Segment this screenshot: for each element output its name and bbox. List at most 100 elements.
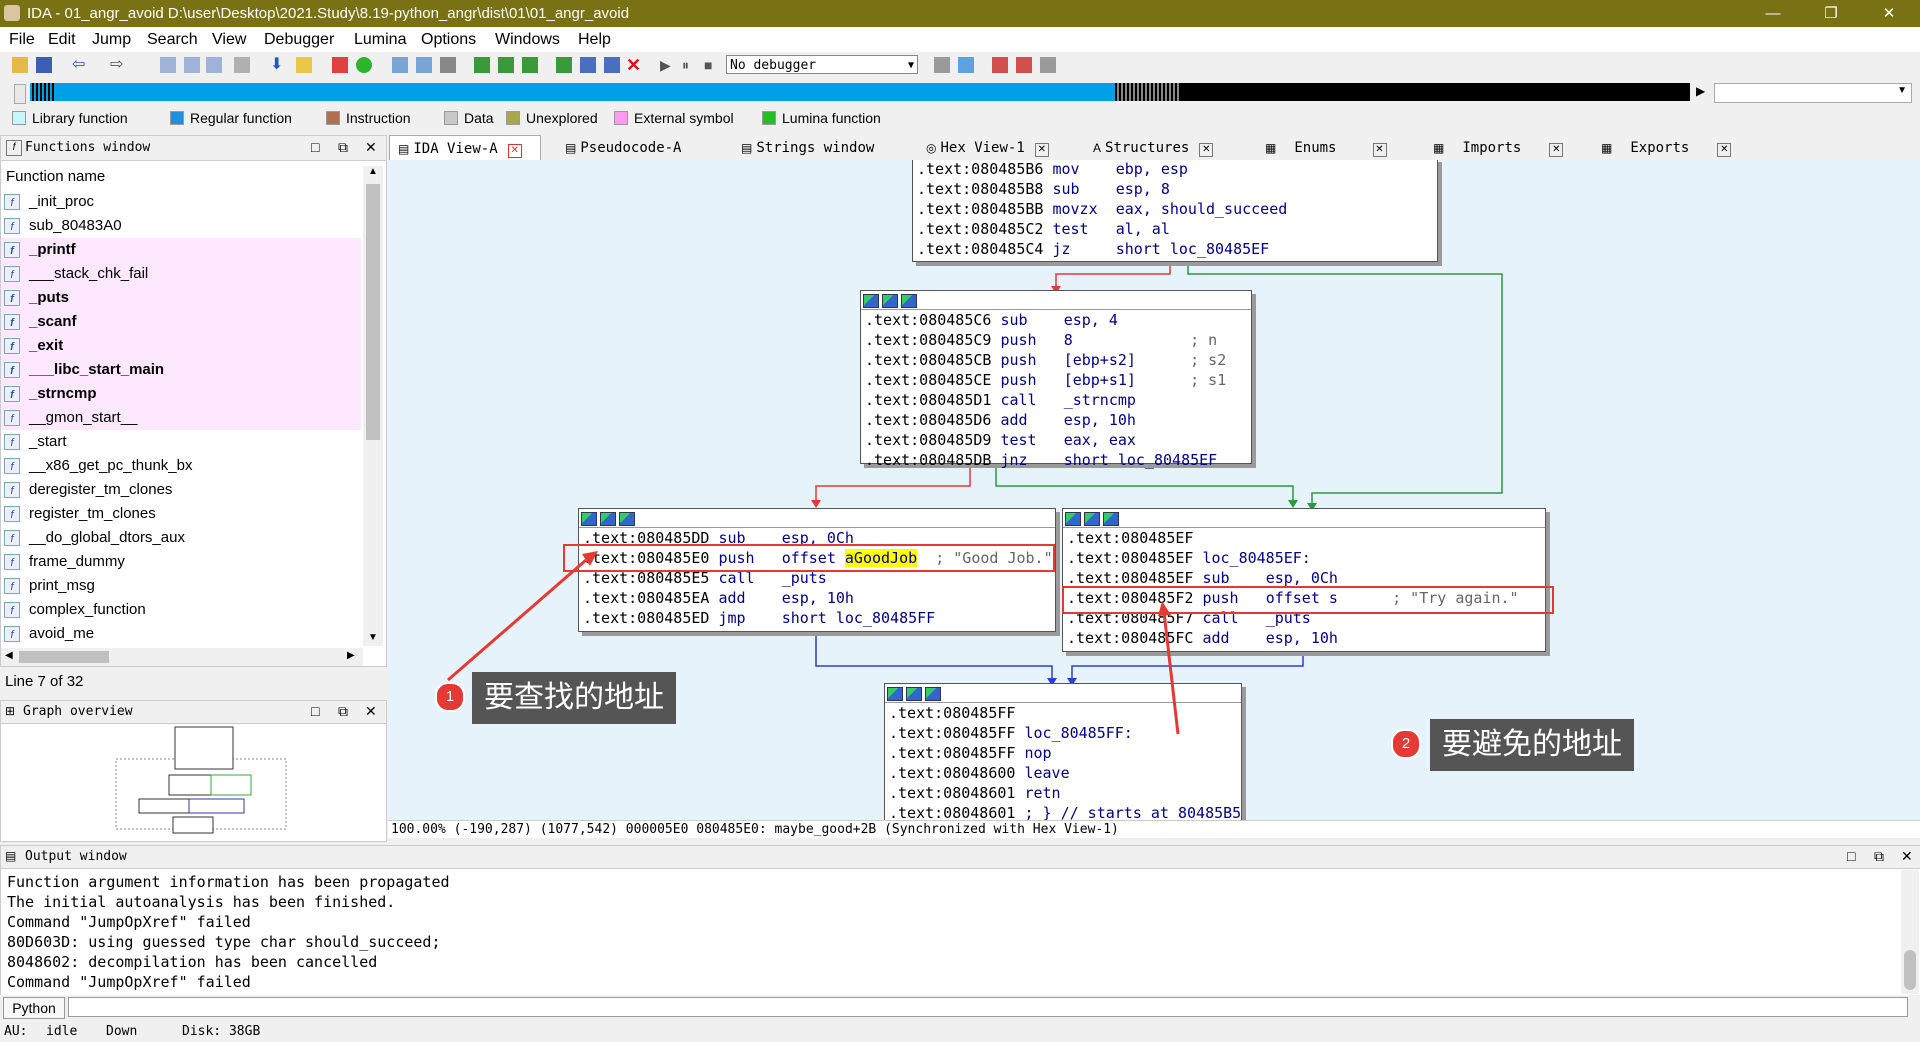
green-circle-icon[interactable] (356, 57, 372, 73)
nav-left-icon[interactable] (14, 84, 26, 104)
close-icon[interactable]: ✕ (507, 144, 522, 158)
functions-vscrollbar[interactable]: ▲ ▼ (363, 166, 383, 646)
back-icon[interactable]: ⇦ (72, 57, 88, 73)
function-list-item[interactable]: f __x86_get_pc_thunk_bx (1, 454, 361, 478)
close-icon[interactable]: ✕ (365, 139, 377, 156)
delete-breakpoint-icon[interactable] (1040, 57, 1056, 73)
function-list-item[interactable]: f _puts (1, 286, 361, 310)
function-list-item[interactable]: f avoid_me (1, 622, 361, 646)
open-icon[interactable] (12, 57, 28, 73)
tab-strings-window[interactable]: ▤Strings window✕ (735, 135, 890, 182)
close-icon[interactable]: ✕ (1901, 848, 1913, 865)
chevron-right-icon[interactable]: ▶ (347, 650, 355, 661)
function-list-item[interactable]: f __do_global_dtors_aux (1, 526, 361, 550)
output-vscrollbar[interactable] (1901, 870, 1919, 994)
sync-icon[interactable] (958, 57, 974, 73)
close-icon[interactable]: ✕ (1372, 143, 1387, 157)
menu-jump[interactable]: Jump (92, 31, 131, 49)
menu-help[interactable]: Help (578, 31, 611, 49)
chevron-down-icon[interactable]: ▼ (368, 632, 378, 643)
function-list-item[interactable]: f sub_80483A0 (1, 214, 361, 238)
function-list-item[interactable]: f _strncmp (1, 382, 361, 406)
arrow-up-icon[interactable] (556, 57, 572, 73)
search-text-icon[interactable] (184, 57, 200, 73)
close-button[interactable]: ✕ (1866, 0, 1912, 27)
view-graph-icon[interactable] (416, 57, 432, 73)
float-icon[interactable]: ⧉ (338, 139, 348, 156)
play-icon[interactable]: ▶ (660, 57, 676, 73)
float-icon[interactable]: ⧉ (1874, 848, 1884, 865)
tab-ida-view-a[interactable]: ▤ IDA View-A ✕ (389, 135, 541, 160)
close-icon[interactable]: ✕ (1549, 143, 1564, 157)
function-list-item[interactable]: f _init_proc (1, 190, 361, 214)
settings-icon[interactable] (440, 57, 456, 73)
view-hex-icon[interactable] (392, 57, 408, 73)
menu-edit[interactable]: Edit (48, 31, 76, 49)
tab-pseudocode-a[interactable]: ▤Pseudocode-A✕ (559, 135, 699, 182)
python-language-button[interactable]: Python (3, 997, 65, 1019)
patch-icon[interactable] (296, 57, 312, 73)
function-list-item[interactable]: f _start (1, 430, 361, 454)
scroll-thumb[interactable] (19, 651, 109, 663)
graph-overview-minimap[interactable] (111, 725, 291, 840)
stop-icon[interactable]: ■ (704, 57, 720, 73)
debugger-select[interactable]: No debugger ▼ (726, 55, 918, 74)
tab-exports[interactable]: ▦ Exports ✕ (1595, 135, 1735, 159)
chart-icon[interactable] (332, 57, 348, 73)
menu-file[interactable]: File (9, 31, 35, 49)
add-breakpoint-icon[interactable] (1016, 57, 1032, 73)
chevron-up-icon[interactable]: ▲ (368, 166, 378, 177)
debug-option-icon[interactable] (934, 57, 950, 73)
search-binary-icon[interactable] (206, 57, 222, 73)
forward-icon[interactable]: ⇨ (110, 57, 126, 73)
scroll-thumb[interactable] (1904, 950, 1916, 990)
float-icon[interactable]: ⧉ (338, 703, 348, 720)
close-icon[interactable]: ✕ (1717, 143, 1732, 157)
chevron-left-icon[interactable]: ◀ (5, 650, 13, 661)
function-list-item[interactable]: f _exit (1, 334, 361, 358)
command-input[interactable] (68, 997, 1908, 1017)
menu-windows[interactable]: Windows (495, 31, 560, 49)
close-icon[interactable]: ✕ (1199, 143, 1214, 157)
functions-hscrollbar[interactable]: ◀ ▶ (1, 648, 363, 666)
maximize-button[interactable]: ❐ (1808, 0, 1854, 27)
nav-combo[interactable]: ▼ (1714, 83, 1912, 103)
function-list-item[interactable]: f ___libc_start_main (1, 358, 361, 382)
search-next-icon[interactable] (234, 57, 250, 73)
function-list-item[interactable]: f __gmon_start__ (1, 406, 361, 430)
jump-down-icon[interactable]: ⬇ (270, 57, 286, 73)
breakpoint-list-icon[interactable] (992, 57, 1008, 73)
function-list-item[interactable]: f complex_function (1, 598, 361, 622)
menu-search[interactable]: Search (147, 31, 198, 49)
tab-enums[interactable]: ▦ Enums ✕ (1259, 135, 1399, 159)
minimize-button[interactable]: — (1750, 0, 1796, 27)
menu-debugger[interactable]: Debugger (264, 31, 334, 49)
function-list-item[interactable]: f ___stack_chk_fail (1, 262, 361, 286)
function-name-column-header[interactable]: Function name (6, 168, 105, 185)
function-list-item[interactable]: f frame_dummy (1, 550, 361, 574)
function-list-item[interactable]: f deregister_tm_clones (1, 478, 361, 502)
function-list-item[interactable]: f register_tm_clones (1, 502, 361, 526)
close-icon[interactable]: ✕ (365, 703, 377, 720)
tab-hex-view-1[interactable]: ◎ Hex View-1 ✕ (920, 135, 1060, 159)
tab-structures[interactable]: A Structures ✕ (1087, 135, 1227, 159)
add-func-icon[interactable] (522, 57, 538, 73)
restore-icon[interactable]: □ (311, 139, 319, 155)
tab-imports[interactable]: ▦ Imports ✕ (1427, 135, 1567, 159)
nav-right-icon[interactable]: ▶ (1696, 84, 1705, 98)
delete-icon[interactable]: ✕ (626, 56, 642, 74)
close-icon[interactable]: ✕ (1034, 143, 1049, 157)
menu-view[interactable]: View (212, 31, 246, 49)
scroll-thumb[interactable] (366, 184, 380, 440)
navigation-strip[interactable] (30, 83, 1690, 101)
pause-icon[interactable]: ⏸ (682, 57, 698, 73)
add-data-icon[interactable] (498, 57, 514, 73)
function-list-item[interactable]: f _scanf (1, 310, 361, 334)
edit-icon[interactable] (604, 57, 620, 73)
restore-icon[interactable]: □ (1847, 848, 1855, 864)
menu-options[interactable]: Options (421, 31, 476, 49)
function-list-item[interactable]: f print_msg (1, 574, 361, 598)
add-code-icon[interactable] (474, 57, 490, 73)
binoculars-icon[interactable] (160, 57, 176, 73)
save-icon[interactable] (36, 57, 52, 73)
